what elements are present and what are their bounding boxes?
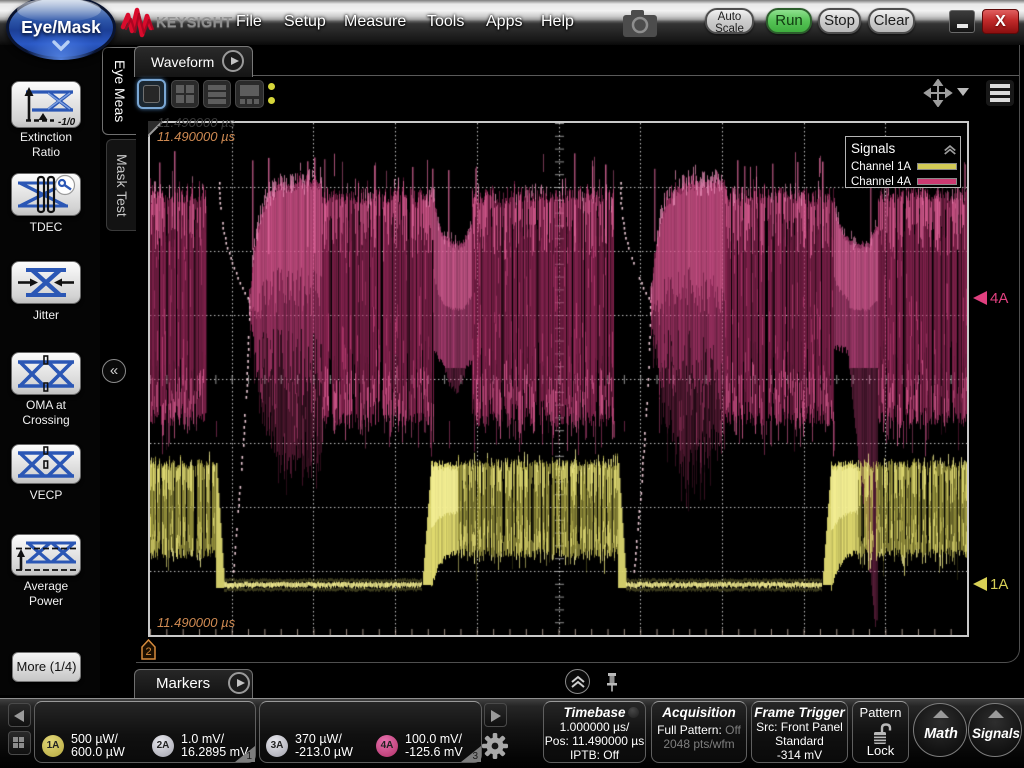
svg-text:-1/0: -1/0 <box>58 117 76 127</box>
svg-text:2: 2 <box>145 646 151 658</box>
